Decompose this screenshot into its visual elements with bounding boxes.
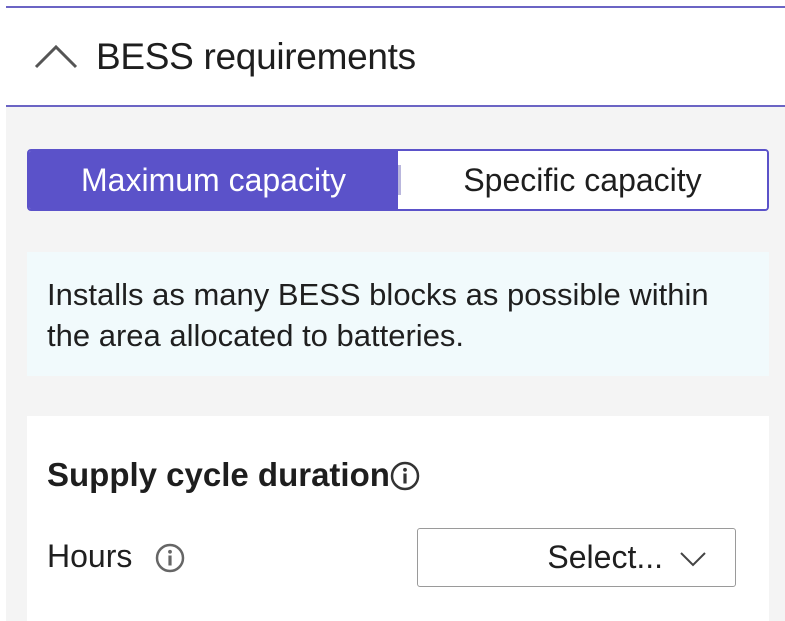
hours-label: Hours [47, 538, 133, 574]
section-header[interactable]: BESS requirements [6, 8, 785, 106]
toggle-divider [398, 165, 401, 195]
hours-select-value: Select... [547, 539, 663, 575]
section-title: BESS requirements [96, 36, 416, 77]
supply-cycle-title: Supply cycle duration [47, 456, 390, 493]
hours-select[interactable]: Select... [417, 528, 736, 587]
supply-cycle-card: Supply cycle duration Hours Select... [27, 416, 769, 621]
chevron-up-icon[interactable] [34, 41, 78, 69]
maximum-capacity-button[interactable]: Maximum capacity [29, 151, 398, 209]
info-icon[interactable] [390, 461, 420, 491]
hours-info-icon[interactable] [155, 543, 185, 573]
info-message: Installs as many BESS blocks as possible… [27, 252, 769, 376]
capacity-mode-toggle: Maximum capacity Specific capacity [27, 149, 769, 211]
specific-capacity-button[interactable]: Specific capacity [398, 151, 767, 209]
chevron-down-icon [680, 552, 706, 567]
